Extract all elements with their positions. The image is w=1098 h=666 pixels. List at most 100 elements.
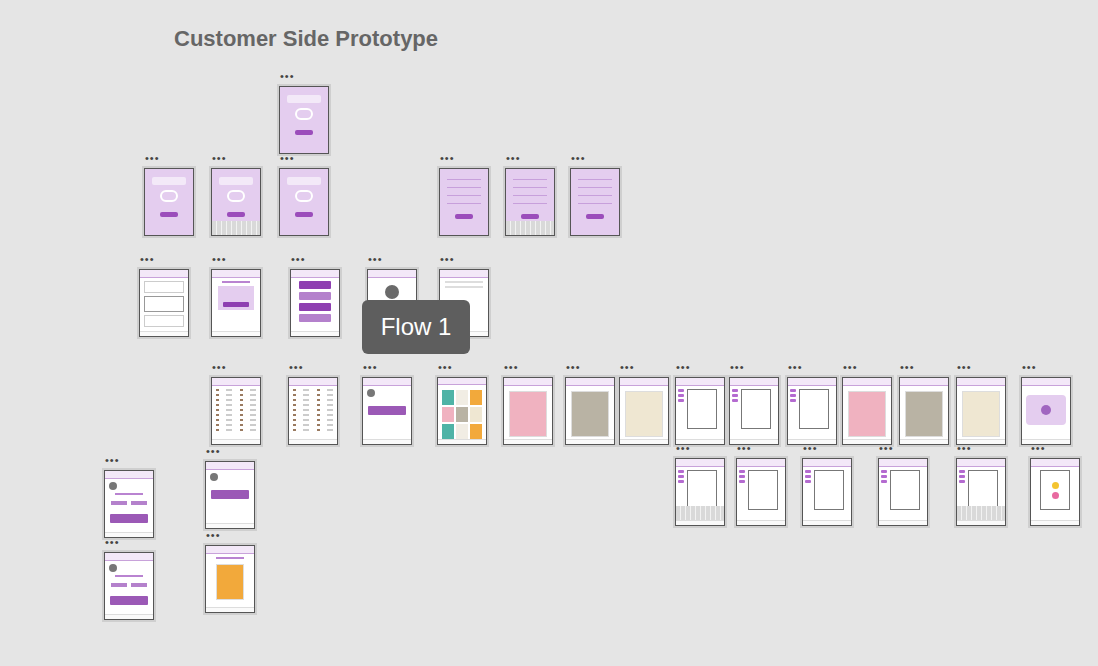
screen-frame[interactable] xyxy=(565,377,615,445)
send-button[interactable] xyxy=(110,514,148,523)
submit-button[interactable] xyxy=(521,214,539,219)
frame-node[interactable]: ••• xyxy=(439,151,491,236)
tool-button[interactable] xyxy=(739,470,745,473)
submit-button[interactable] xyxy=(455,214,473,219)
frame-menu[interactable]: ••• xyxy=(212,360,227,374)
card-page[interactable] xyxy=(968,470,998,510)
frame-menu[interactable]: ••• xyxy=(957,441,972,455)
card-page[interactable] xyxy=(741,389,771,429)
card-page[interactable] xyxy=(799,389,829,429)
frame-node[interactable]: ••• xyxy=(736,441,788,526)
tool-button[interactable] xyxy=(739,475,745,478)
frame-node[interactable]: ••• xyxy=(729,360,781,445)
frame-node[interactable]: ••• xyxy=(842,360,894,445)
tool-button[interactable] xyxy=(678,394,684,397)
frame-node[interactable]: ••• xyxy=(619,360,671,445)
frame-node[interactable]: ••• xyxy=(802,441,854,526)
screen-frame[interactable] xyxy=(279,86,329,154)
menu-button[interactable] xyxy=(299,303,331,311)
frame-menu[interactable]: ••• xyxy=(368,252,383,266)
login-button[interactable] xyxy=(295,212,313,217)
frame-menu[interactable]: ••• xyxy=(212,252,227,266)
screen-frame[interactable] xyxy=(104,552,154,620)
list-row[interactable] xyxy=(293,404,333,406)
card-thumbnail[interactable] xyxy=(470,407,482,422)
form-field[interactable] xyxy=(578,203,612,204)
screen-frame[interactable] xyxy=(570,168,620,236)
frame-node[interactable]: ••• xyxy=(503,360,555,445)
screen-frame[interactable] xyxy=(675,458,725,526)
screen-frame[interactable] xyxy=(211,168,261,236)
frame-node[interactable]: ••• xyxy=(104,535,156,620)
option-chip[interactable] xyxy=(111,501,127,505)
tool-button[interactable] xyxy=(881,470,887,473)
frame-menu[interactable]: ••• xyxy=(571,151,586,165)
list-row[interactable] xyxy=(293,424,333,426)
frame-menu[interactable]: ••• xyxy=(1022,360,1037,374)
input-box[interactable] xyxy=(144,281,184,293)
list-row[interactable] xyxy=(293,394,333,396)
list-row[interactable] xyxy=(216,424,256,426)
action-button[interactable] xyxy=(223,302,249,307)
frame-menu[interactable]: ••• xyxy=(1031,441,1046,455)
frame-node[interactable]: ••• xyxy=(1021,360,1073,445)
screen-frame[interactable] xyxy=(139,269,189,337)
frame-menu[interactable]: ••• xyxy=(676,441,691,455)
card-thumbnail[interactable] xyxy=(470,390,482,405)
list-row[interactable] xyxy=(216,409,256,411)
screen-frame[interactable] xyxy=(503,377,553,445)
tool-button[interactable] xyxy=(732,394,738,397)
form-field[interactable] xyxy=(578,179,612,180)
tool-button[interactable] xyxy=(732,399,738,402)
frame-node[interactable]: ••• xyxy=(956,360,1008,445)
frame-node[interactable]: ••• xyxy=(1030,441,1082,526)
frame-menu[interactable]: ••• xyxy=(212,151,227,165)
frame-node[interactable]: ••• xyxy=(878,441,930,526)
frame-menu[interactable]: ••• xyxy=(363,360,378,374)
frame-menu[interactable]: ••• xyxy=(843,360,858,374)
screen-frame[interactable] xyxy=(205,461,255,529)
frame-node[interactable]: ••• xyxy=(675,360,727,445)
card-thumbnail[interactable] xyxy=(456,390,468,405)
frame-node[interactable]: ••• xyxy=(279,69,331,154)
frame-node[interactable]: ••• xyxy=(899,360,951,445)
screen-frame[interactable] xyxy=(842,377,892,445)
frame-menu[interactable]: ••• xyxy=(737,441,752,455)
frame-menu[interactable]: ••• xyxy=(506,151,521,165)
frame-menu[interactable]: ••• xyxy=(504,360,519,374)
login-button[interactable] xyxy=(227,212,245,217)
frame-menu[interactable]: ••• xyxy=(879,441,894,455)
tool-button[interactable] xyxy=(881,475,887,478)
login-button[interactable] xyxy=(295,130,313,135)
frame-node[interactable]: ••• xyxy=(211,360,263,445)
screen-frame[interactable] xyxy=(956,458,1006,526)
frame-menu[interactable]: ••• xyxy=(788,360,803,374)
frame-menu[interactable]: ••• xyxy=(280,151,295,165)
screen-frame[interactable] xyxy=(439,168,489,236)
card-page[interactable] xyxy=(890,470,920,510)
frame-node[interactable]: ••• xyxy=(139,252,191,337)
boost-button[interactable] xyxy=(211,490,249,499)
tool-button[interactable] xyxy=(881,480,887,483)
tool-button[interactable] xyxy=(678,470,684,473)
frame-menu[interactable]: ••• xyxy=(900,360,915,374)
screen-frame[interactable] xyxy=(288,377,338,445)
screen-frame[interactable] xyxy=(899,377,949,445)
screen-frame[interactable] xyxy=(787,377,837,445)
login-button[interactable] xyxy=(160,212,178,217)
list-row[interactable] xyxy=(293,389,333,391)
frame-node[interactable]: ••• xyxy=(437,360,489,445)
list-row[interactable] xyxy=(216,419,256,421)
option-chip[interactable] xyxy=(131,501,147,505)
tool-button[interactable] xyxy=(739,480,745,483)
list-row[interactable] xyxy=(293,419,333,421)
frame-menu[interactable]: ••• xyxy=(803,441,818,455)
form-field[interactable] xyxy=(513,187,547,188)
tool-button[interactable] xyxy=(678,480,684,483)
frame-node[interactable]: ••• xyxy=(362,360,414,445)
boost-button[interactable] xyxy=(368,406,406,415)
card-page[interactable] xyxy=(814,470,844,510)
menu-button[interactable] xyxy=(299,314,331,322)
frame-menu[interactable]: ••• xyxy=(206,444,221,458)
tool-button[interactable] xyxy=(678,399,684,402)
